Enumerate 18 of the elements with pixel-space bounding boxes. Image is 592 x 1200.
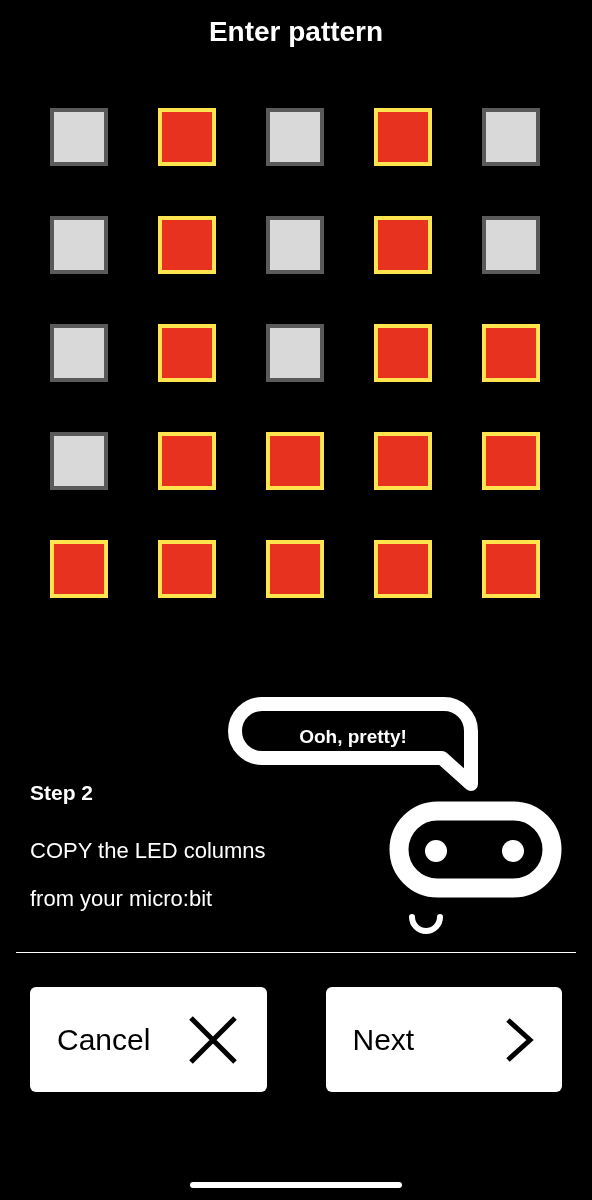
led-cell[interactable]: [50, 108, 108, 166]
led-cell[interactable]: [50, 216, 108, 274]
chevron-right-icon: [504, 1016, 534, 1063]
led-cell[interactable]: [482, 108, 540, 166]
led-cell[interactable]: [50, 324, 108, 382]
instruction-text: COPY the LED columns: [30, 837, 266, 865]
led-cell[interactable]: [266, 324, 324, 382]
next-button[interactable]: Next: [325, 987, 562, 1092]
speech-bubble-text: Ooh, pretty!: [299, 724, 407, 749]
step-heading: Step 2: [30, 780, 94, 806]
cancel-button[interactable]: Cancel: [30, 987, 267, 1092]
led-cell[interactable]: [266, 108, 324, 166]
close-icon: [186, 1013, 239, 1066]
screen-title: Enter pattern: [208, 18, 384, 46]
led-cell[interactable]: [266, 216, 324, 274]
instruction-text: from your micro:bit: [30, 885, 213, 913]
led-cell[interactable]: [50, 432, 108, 490]
led-cell[interactable]: [482, 216, 540, 274]
